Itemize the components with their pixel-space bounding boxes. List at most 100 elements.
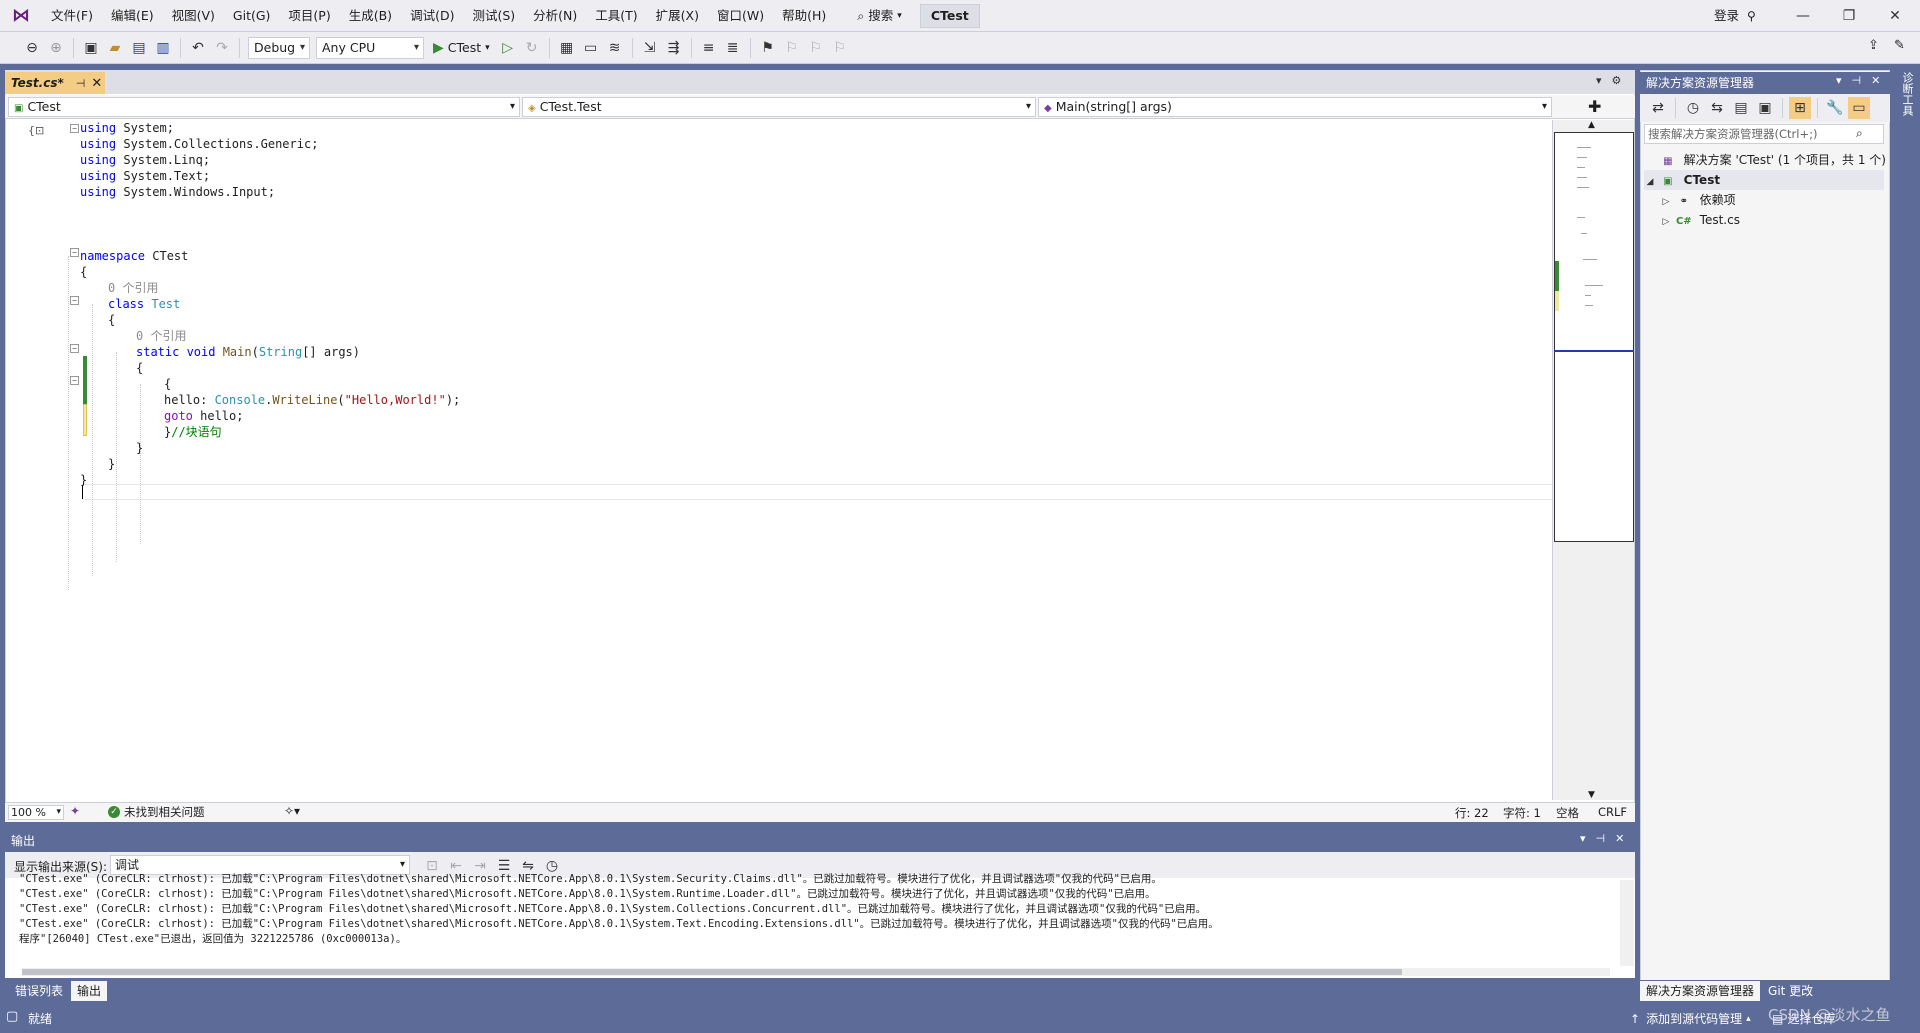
output-vertical-scrollbar[interactable] xyxy=(1620,880,1634,966)
save-icon[interactable]: ▤ xyxy=(128,37,150,59)
configuration-select[interactable]: Debug xyxy=(248,36,310,59)
switch-views-icon[interactable]: ⇄ xyxy=(1647,97,1669,119)
solution-explorer-search-input[interactable]: 搜索解决方案资源管理器(Ctrl+;) xyxy=(1644,124,1884,144)
tab-output[interactable]: 输出 xyxy=(71,981,108,1001)
hot-reload-icon[interactable]: ↻ xyxy=(521,37,543,59)
diagnostic-tools-tab[interactable]: 诊断工具 xyxy=(1897,72,1915,116)
output-horizontal-scroll-thumb[interactable] xyxy=(22,969,1402,975)
expanded-arrow-icon[interactable]: ◢ xyxy=(1644,172,1656,192)
collapse-all-icon[interactable]: ▣ xyxy=(1754,97,1776,119)
fold-toggle-icon[interactable]: − xyxy=(70,296,79,305)
close-icon[interactable]: ✕ xyxy=(91,76,102,91)
codelens-references[interactable]: 0 个引用 xyxy=(108,280,158,296)
sync-active-document-icon[interactable]: ⇆ xyxy=(1706,97,1728,119)
chevron-down-icon[interactable]: ▾ xyxy=(1596,74,1602,87)
menu-analyze[interactable]: 分析(N) xyxy=(524,0,586,32)
line-ending[interactable]: CRLF xyxy=(1598,805,1627,819)
show-all-files-icon[interactable]: ⊞ xyxy=(1789,97,1811,119)
login-area[interactable]: 登录 ⚲ xyxy=(1714,0,1756,32)
scroll-down-icon[interactable]: ▼ xyxy=(1588,790,1595,800)
tree-item-file[interactable]: ▷ C# Test.cs xyxy=(1644,210,1884,230)
menu-git[interactable]: Git(G) xyxy=(224,0,280,32)
codelens-references[interactable]: 0 个引用 xyxy=(136,328,186,344)
pin-icon[interactable]: ⊣ xyxy=(76,77,86,90)
bookmark-icon[interactable]: ⚑ xyxy=(757,37,779,59)
comment-icon[interactable]: ≡ xyxy=(698,37,720,59)
notifications-icon[interactable]: ▢ xyxy=(6,1009,18,1024)
tab-git-changes[interactable]: Git 更改 xyxy=(1762,981,1819,1001)
save-all-icon[interactable]: ▥ xyxy=(152,37,174,59)
minimap-viewport[interactable] xyxy=(1554,132,1634,542)
tab-test-cs[interactable]: Test.cs* ⊣ ✕ xyxy=(5,72,105,94)
search-box[interactable]: ⌕ 搜索 ▾ xyxy=(849,4,910,28)
step-over-icon[interactable]: ⇶ xyxy=(663,37,685,59)
chevron-down-icon[interactable]: ▾ xyxy=(1580,832,1586,845)
menu-build[interactable]: 生成(B) xyxy=(340,0,401,32)
restore-icon[interactable]: ❐ xyxy=(1826,0,1872,32)
preview-selected-icon[interactable]: ▭ xyxy=(1848,97,1870,119)
minimize-icon[interactable]: — xyxy=(1780,0,1826,32)
nav-project-dropdown[interactable]: ▣ CTest xyxy=(8,97,520,117)
close-icon[interactable]: ✕ xyxy=(1872,0,1918,32)
tab-error-list[interactable]: 错误列表 xyxy=(9,981,69,1001)
zoom-select[interactable]: 100 % ▾ xyxy=(8,805,64,820)
tab-solution-explorer[interactable]: 解决方案资源管理器 xyxy=(1640,981,1761,1001)
close-icon[interactable]: ✕ xyxy=(1871,74,1880,87)
tree-item-dependencies[interactable]: ▷ ⚭ 依赖项 xyxy=(1644,190,1884,210)
cursor-char[interactable]: 字符: 1 xyxy=(1503,805,1541,821)
pin-icon[interactable]: ⊣ xyxy=(1852,74,1862,87)
search-icon[interactable]: ⌕ xyxy=(1856,126,1863,141)
feedback-icon[interactable]: ✎ xyxy=(1894,38,1905,53)
start-without-debugging-icon[interactable]: ▷ xyxy=(497,37,519,59)
fold-toggle-icon[interactable]: − xyxy=(70,376,79,385)
nav-class-dropdown[interactable]: ◈ CTest.Test xyxy=(522,97,1036,117)
menu-tools[interactable]: 工具(T) xyxy=(586,0,646,32)
menu-view[interactable]: 视图(V) xyxy=(163,0,224,32)
split-editor-icon[interactable]: ✚ xyxy=(1588,97,1601,116)
open-folder-icon[interactable]: ▰ xyxy=(104,37,126,59)
back-icon[interactable]: ⊖ xyxy=(21,37,43,59)
start-debugging-button[interactable]: ▶ CTest ▾ xyxy=(427,37,496,59)
toolbox-icon[interactable]: ▦ xyxy=(556,37,578,59)
next-bookmark-icon[interactable]: ⚐ xyxy=(805,37,827,59)
issues-indicator[interactable]: ✓ 未找到相关问题 xyxy=(108,804,205,820)
prev-bookmark-icon[interactable]: ⚐ xyxy=(781,37,803,59)
refresh-icon[interactable]: ▤ xyxy=(1730,97,1752,119)
code-editor[interactable]: − − − − − using System; using System.Col… xyxy=(20,120,1550,800)
scroll-up-icon[interactable]: ▲ xyxy=(1588,120,1595,130)
window-layout-icon[interactable]: ▭ xyxy=(580,37,602,59)
close-icon[interactable]: ✕ xyxy=(1615,832,1624,845)
pin-icon[interactable]: ⊣ xyxy=(1596,832,1606,845)
properties-wrench-icon[interactable]: 🔧 xyxy=(1824,97,1846,119)
fold-toggle-icon[interactable]: − xyxy=(70,248,79,257)
add-to-source-control[interactable]: ↑ 添加到源代码管理 ▴ xyxy=(1630,1010,1751,1027)
format-icon[interactable]: ≋ xyxy=(604,37,626,59)
fold-toggle-icon[interactable]: − xyxy=(70,124,79,133)
fold-toggle-icon[interactable]: − xyxy=(70,344,79,353)
new-project-icon[interactable]: ▣ xyxy=(80,37,102,59)
code-cleanup-icon[interactable]: ✧▾ xyxy=(284,804,300,818)
menu-debug[interactable]: 调试(D) xyxy=(401,0,463,32)
uncomment-icon[interactable]: ≣ xyxy=(722,37,744,59)
share-icon[interactable]: ⇪ xyxy=(1868,38,1879,53)
pending-changes-filter-icon[interactable]: ◷ xyxy=(1682,97,1704,119)
menu-extensions[interactable]: 扩展(X) xyxy=(647,0,708,32)
collapsed-arrow-icon[interactable]: ▷ xyxy=(1660,192,1672,212)
login-label[interactable]: 登录 xyxy=(1714,2,1739,30)
menu-help[interactable]: 帮助(H) xyxy=(773,0,835,32)
ai-assist-icon[interactable]: ✦ xyxy=(70,804,80,818)
clear-bookmarks-icon[interactable]: ⚐ xyxy=(829,37,851,59)
chevron-down-icon[interactable]: ▾ xyxy=(1836,74,1842,87)
output-text[interactable]: "CTest.exe" (CoreCLR: clrhost): 已加载"C:\P… xyxy=(5,873,1635,978)
tree-item-solution[interactable]: ▦ 解决方案 'CTest' (1 个项目，共 1 个) xyxy=(1644,150,1886,170)
menu-file[interactable]: 文件(F) xyxy=(42,0,102,32)
whitespace-mode[interactable]: 空格 xyxy=(1556,805,1579,821)
menu-window[interactable]: 窗口(W) xyxy=(708,0,773,32)
forward-icon[interactable]: ⊕ xyxy=(45,37,67,59)
redo-icon[interactable]: ↷ xyxy=(211,37,233,59)
gear-icon[interactable]: ⚙ xyxy=(1612,74,1622,87)
step-into-icon[interactable]: ⇲ xyxy=(639,37,661,59)
platform-select[interactable]: Any CPU xyxy=(316,36,424,59)
undo-icon[interactable]: ↶ xyxy=(187,37,209,59)
menu-project[interactable]: 项目(P) xyxy=(279,0,339,32)
